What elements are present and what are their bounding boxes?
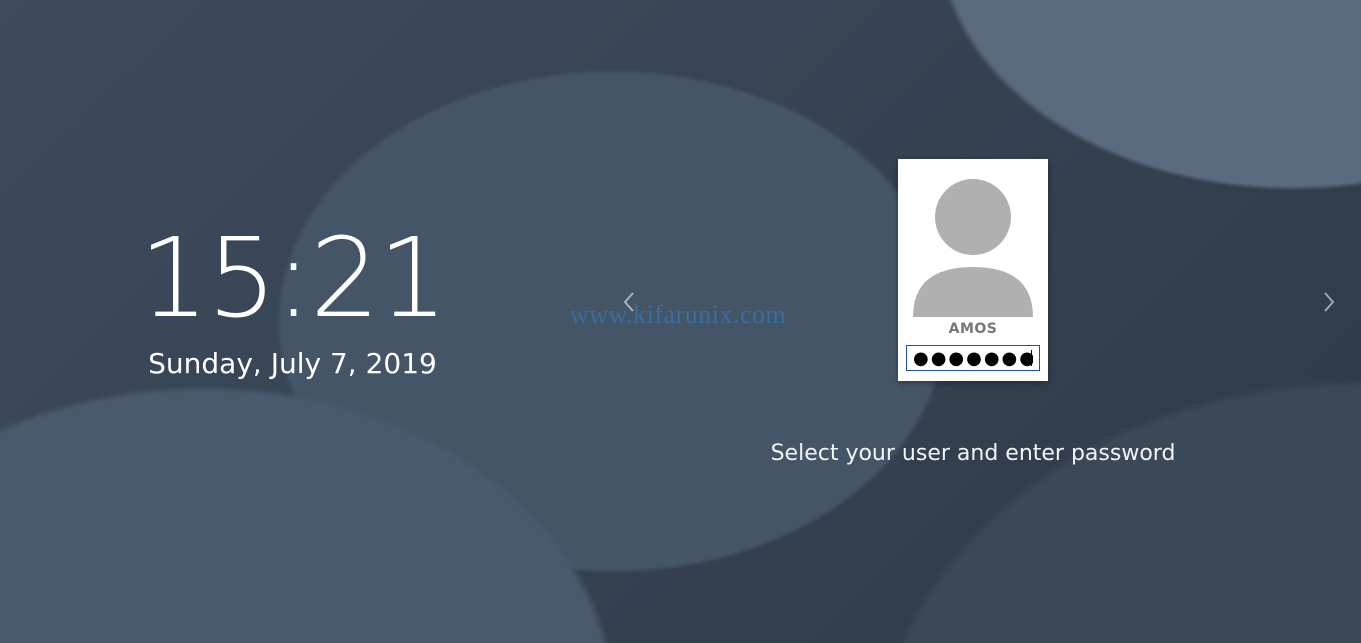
password-input[interactable] — [913, 348, 1033, 369]
user-avatar-icon — [907, 167, 1039, 317]
text-caret — [1031, 350, 1032, 366]
next-user-button[interactable] — [1315, 290, 1343, 318]
user-card[interactable]: AMOS — [898, 159, 1048, 381]
login-screen: 15:21 Sunday, July 7, 2019 AMOS — [0, 0, 1361, 643]
password-field-wrap[interactable] — [906, 345, 1040, 371]
user-carousel: AMOS — [585, 177, 1361, 399]
chevron-left-icon — [622, 291, 636, 317]
clock-pane: 15:21 Sunday, July 7, 2019 — [0, 0, 585, 643]
clock-date: Sunday, July 7, 2019 — [148, 347, 437, 380]
login-hint: Select your user and enter password — [771, 441, 1176, 466]
user-select-pane: AMOS Select your user and enter password — [585, 0, 1361, 643]
previous-user-button[interactable] — [615, 290, 643, 318]
username-label: AMOS — [949, 321, 998, 337]
clock-time: 15:21 — [139, 223, 446, 333]
chevron-right-icon — [1322, 291, 1336, 317]
